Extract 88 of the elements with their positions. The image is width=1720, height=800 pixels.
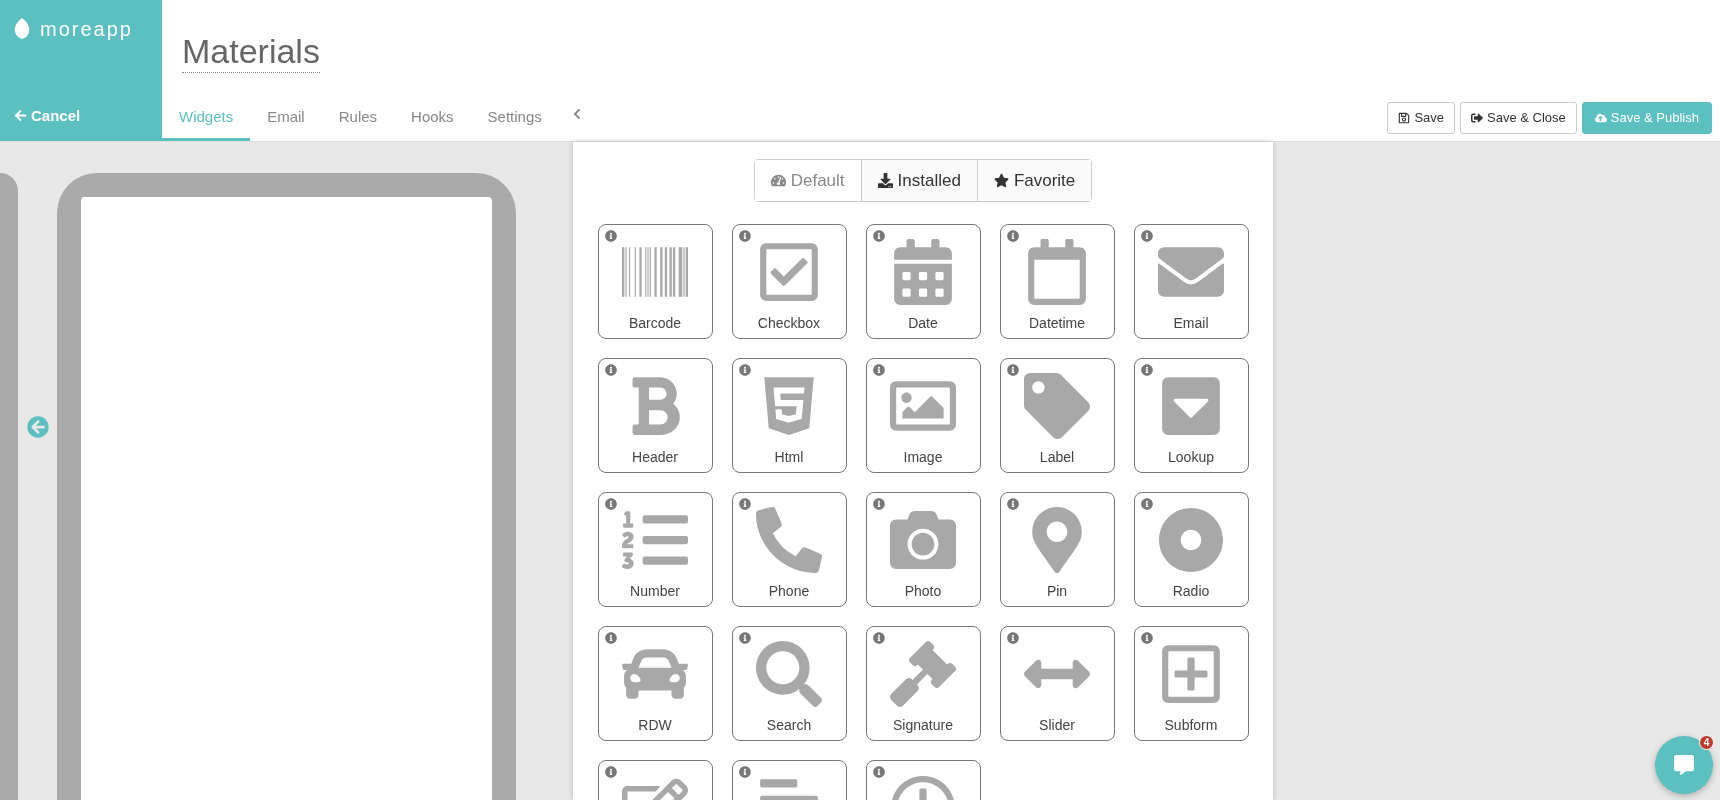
widget-label: Image — [903, 448, 943, 467]
widget-label: Barcode — [628, 314, 682, 333]
info-icon[interactable] — [872, 766, 885, 778]
widget-label: Checkbox — [757, 314, 821, 333]
notification-badge: 4 — [1699, 735, 1714, 750]
info-icon[interactable] — [738, 364, 751, 376]
info-icon[interactable] — [1006, 364, 1019, 376]
exit-icon — [1471, 112, 1484, 124]
widget-tile[interactable]: Html — [731, 358, 847, 473]
widget-tile[interactable]: Email — [1133, 224, 1249, 339]
download-icon — [877, 173, 893, 188]
action-button[interactable]: Save & Close — [1460, 102, 1577, 134]
tab[interactable]: Settings — [470, 99, 559, 141]
widget-label: RDW — [638, 716, 672, 735]
widget-label: Subform — [1164, 716, 1218, 735]
widget-tile[interactable]: Subform — [1133, 626, 1249, 741]
info-icon[interactable] — [1140, 230, 1153, 242]
widget-tile[interactable]: Number — [597, 492, 713, 607]
chat-icon — [1674, 755, 1694, 775]
info-icon[interactable] — [738, 498, 751, 510]
widget-tile[interactable]: RDW — [597, 626, 713, 741]
widget-tile[interactable]: Radio — [1133, 492, 1249, 607]
widget-tile[interactable]: Image — [865, 358, 981, 473]
widget-tile[interactable]: Label — [999, 358, 1115, 473]
widget-tile[interactable]: Datetime — [999, 224, 1115, 339]
form-title[interactable]: Materials — [182, 32, 320, 73]
filter-tab[interactable]: Favorite — [976, 160, 1092, 201]
brand-name: moreapp — [40, 17, 133, 42]
info-icon[interactable] — [738, 766, 751, 778]
tab[interactable]: Email — [250, 99, 322, 141]
widget-tile[interactable]: Phone — [731, 492, 847, 607]
info-icon[interactable] — [604, 230, 617, 242]
widget-label: Search — [766, 716, 812, 735]
cloud-upload-icon — [1594, 112, 1607, 124]
info-icon[interactable] — [604, 632, 617, 644]
info-icon[interactable] — [604, 766, 617, 778]
widget-label: Signature — [893, 716, 953, 735]
widget-tile[interactable]: Barcode — [597, 224, 713, 339]
widget-label: Photo — [904, 582, 942, 601]
widget-label: Datetime — [1029, 314, 1085, 333]
widget-tile[interactable]: Lookup — [1133, 358, 1249, 473]
widget-label: Email — [1173, 314, 1209, 333]
widget-tile[interactable]: Photo — [865, 492, 981, 607]
widget-label: Pin — [1046, 582, 1068, 601]
leaf-logo-icon — [14, 18, 30, 40]
widget-tile[interactable]: Date — [865, 224, 981, 339]
info-icon[interactable] — [1006, 632, 1019, 644]
filter-tab[interactable]: Installed — [860, 160, 977, 201]
info-icon[interactable] — [1140, 632, 1153, 644]
info-icon[interactable] — [604, 364, 617, 376]
widget-label: Date — [908, 314, 938, 333]
widget-tile[interactable]: Signature — [865, 626, 981, 741]
info-icon[interactable] — [1140, 498, 1153, 510]
star-icon — [993, 173, 1009, 188]
widget-label: Slider — [1039, 716, 1075, 735]
widget-label: Label — [1039, 448, 1075, 467]
action-button[interactable]: Save — [1387, 102, 1456, 134]
info-icon[interactable] — [872, 632, 885, 644]
info-icon[interactable] — [872, 230, 885, 242]
tab[interactable]: Rules — [321, 99, 395, 141]
info-icon[interactable] — [872, 364, 885, 376]
widget-label: Phone — [768, 582, 810, 601]
info-icon[interactable] — [738, 632, 751, 644]
widget-label: Html — [774, 448, 804, 467]
widget-label: Lookup — [1168, 448, 1214, 467]
gavel-icon — [890, 641, 956, 707]
widget-label: Header — [632, 448, 678, 467]
tag-icon — [1024, 373, 1090, 439]
search-icon — [756, 641, 822, 707]
widget-tile[interactable]: Pin — [999, 492, 1115, 607]
info-icon[interactable] — [1006, 498, 1019, 510]
widget-tile[interactable]: Header — [597, 358, 713, 473]
info-icon[interactable] — [738, 230, 751, 242]
info-icon[interactable] — [1140, 364, 1153, 376]
widget-label: Radio — [1172, 582, 1210, 601]
info-icon[interactable] — [604, 498, 617, 510]
widget-label: Number — [630, 582, 680, 601]
gauge-icon — [770, 173, 786, 188]
widget-tile[interactable]: Checkbox — [731, 224, 847, 339]
chat-button[interactable] — [1655, 736, 1713, 794]
tab[interactable]: Hooks — [394, 99, 471, 141]
info-icon[interactable] — [872, 498, 885, 510]
widget-tile[interactable]: Search — [731, 626, 847, 741]
back-arrow-icon — [14, 109, 27, 123]
phone-icon — [756, 507, 822, 573]
info-icon[interactable] — [1006, 230, 1019, 242]
radio-icon — [1158, 507, 1224, 573]
widget-tile[interactable]: Slider — [999, 626, 1115, 741]
